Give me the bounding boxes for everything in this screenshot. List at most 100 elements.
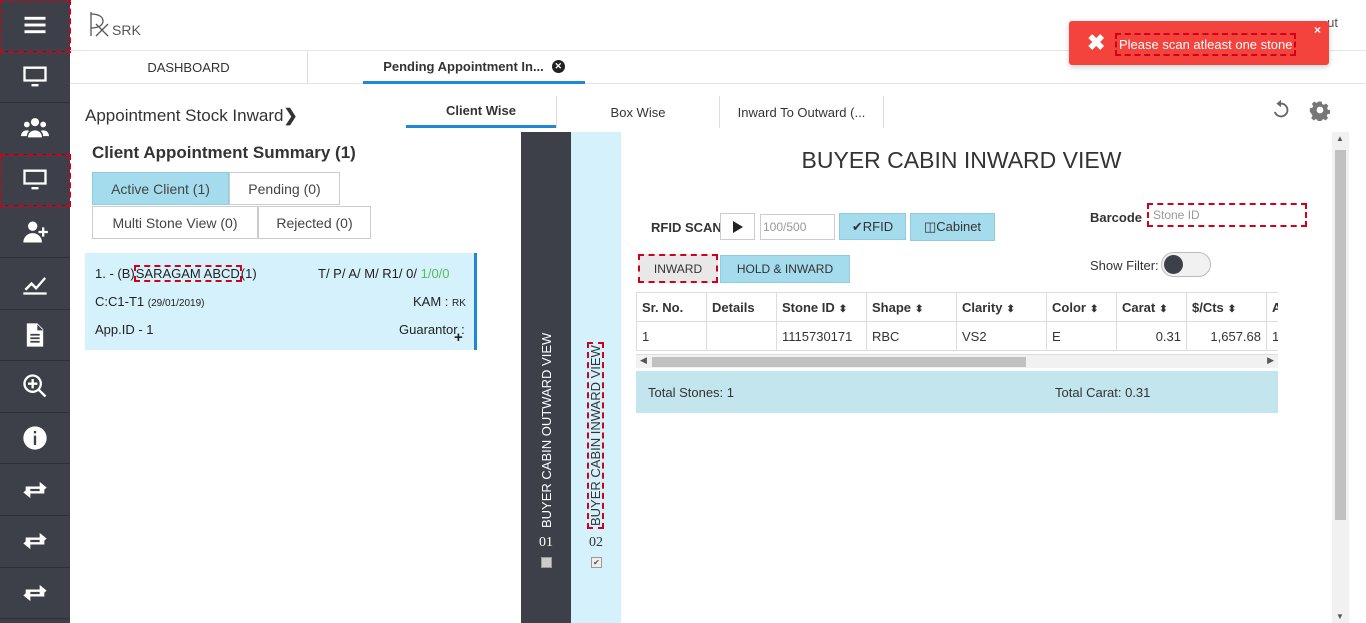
scroll-up-icon[interactable]: ▲: [1336, 134, 1344, 143]
vtab-inward-view[interactable]: BUYER CABIN INWARD VIEW 02 ✔: [571, 132, 621, 623]
sort-icon[interactable]: ⬍: [915, 304, 923, 315]
vtab-outward-view[interactable]: BUYER CABIN OUTWARD VIEW 01: [521, 132, 571, 623]
sidebar-item-search[interactable]: [0, 361, 70, 413]
gear-icon[interactable]: [1309, 99, 1331, 121]
client-date: (29/01/2019): [147, 298, 205, 309]
monitor-icon: [23, 169, 47, 190]
inward-button[interactable]: INWARD: [638, 254, 718, 283]
add-user-icon: [23, 221, 48, 243]
sort-icon[interactable]: ⬍: [839, 304, 847, 315]
rfid-button[interactable]: ✔RFID: [839, 213, 906, 240]
column-header[interactable]: $/Cts ⬍: [1186, 292, 1267, 322]
sidebar-item-transfer-1[interactable]: [0, 464, 70, 516]
total-stones: Total Stones: 1: [648, 385, 734, 400]
show-filter-toggle[interactable]: [1161, 252, 1211, 277]
scroll-right-icon[interactable]: ▶: [1267, 355, 1274, 366]
vtab-inward-checkbox[interactable]: ✔: [591, 557, 602, 568]
column-header-label: Details: [712, 299, 755, 315]
client-code-line: C:C1-T1 (29/01/2019): [95, 294, 204, 309]
hold-and-inward-button[interactable]: HOLD & INWARD: [720, 255, 850, 283]
sidebar-item-monitor[interactable]: [0, 52, 70, 104]
client-code: C:C1-T1: [95, 294, 145, 309]
horizontal-scrollbar[interactable]: ◀ ▶: [636, 354, 1278, 368]
client-name[interactable]: SARAGAM ABCD: [133, 265, 242, 282]
column-header-label: $/Cts: [1192, 299, 1224, 315]
transfer-icon: [23, 481, 47, 498]
column-header[interactable]: Carat ⬍: [1116, 292, 1187, 322]
column-header-label: Shape: [872, 299, 912, 315]
client-card[interactable]: 1. - (B)SARAGAM ABCD(1) T/ P/ A/ M/ R1/ …: [85, 253, 477, 350]
tab-inward-to-outward[interactable]: Inward To Outward (...: [720, 96, 884, 128]
cabinet-button[interactable]: ◫Cabinet: [910, 213, 995, 241]
column-header-label: Stone ID: [782, 299, 835, 315]
sort-icon[interactable]: ⬍: [1159, 304, 1167, 315]
table-cell: 1: [636, 321, 707, 351]
scroll-left-icon[interactable]: ◀: [640, 355, 647, 366]
active-client-button[interactable]: Active Client (1): [92, 172, 229, 205]
column-header[interactable]: Stone ID ⬍: [776, 292, 867, 322]
column-header-label: Clarity: [962, 299, 1003, 315]
multi-stone-view-button[interactable]: Multi Stone View (0): [92, 206, 258, 239]
stats-green-1: 1/: [420, 266, 432, 281]
sidebar-item-transfer-3[interactable]: [0, 568, 70, 620]
sort-icon[interactable]: ⬍: [1090, 304, 1098, 315]
barcode-label: Barcode: [1090, 210, 1143, 225]
error-toast: ✖ Please scan atleast one stone ×: [1069, 21, 1329, 65]
table-cell: E: [1046, 321, 1117, 351]
vertical-scrollbar[interactable]: ▲ ▼: [1332, 132, 1349, 623]
table-cell: 1115730171: [776, 321, 867, 351]
column-header: Sr. No.: [636, 292, 707, 322]
logo: SRK: [88, 10, 141, 38]
table-cell: 1,657.68: [1186, 321, 1267, 351]
logo-text: SRK: [112, 22, 141, 38]
rejected-button[interactable]: Rejected (0): [258, 206, 371, 239]
table-header-row: Sr. No. Details Stone ID ⬍ Shape ⬍ Clarity ⬍ Col…: [636, 292, 1278, 322]
table-cell: 1: [1266, 321, 1278, 351]
tab-client-wise[interactable]: Client Wise: [406, 96, 556, 128]
rfid-count-input[interactable]: 100/500: [760, 214, 835, 240]
toast-close-icon[interactable]: ×: [1314, 23, 1321, 37]
client-name-line: 1. - (B)SARAGAM ABCD(1): [95, 265, 257, 282]
refresh-icon[interactable]: [1270, 99, 1292, 121]
sidebar-item-buyer-cabin[interactable]: [0, 153, 71, 208]
stone-id-input[interactable]: Stone ID: [1147, 203, 1307, 227]
sort-icon[interactable]: ⬍: [1006, 304, 1014, 315]
app-id: App.ID - 1: [95, 322, 154, 337]
vtab-inward-number: 02: [589, 535, 603, 550]
menu-icon: [24, 17, 46, 34]
inward-view-title: BUYER CABIN INWARD VIEW: [801, 147, 1122, 173]
scrollbar-thumb[interactable]: [652, 357, 1026, 367]
table-row[interactable]: 1 1115730171 RBC VS2 E 0.31 1,657.68 1: [636, 321, 1278, 351]
scroll-down-icon[interactable]: ▼: [1336, 612, 1344, 621]
toast-message: Please scan atleast one stone: [1115, 33, 1297, 56]
transfer-icon: [23, 533, 47, 550]
sidebar-item-reports[interactable]: [0, 258, 70, 310]
kam-value: RK: [452, 298, 466, 309]
column-header[interactable]: Shape ⬍: [866, 292, 957, 322]
tab-dashboard[interactable]: DASHBOARD: [70, 51, 308, 84]
close-tab-icon[interactable]: ✕: [551, 59, 565, 73]
rfid-play-button[interactable]: [720, 213, 755, 240]
vtab-outward-label: BUYER CABIN OUTWARD VIEW: [539, 332, 554, 528]
sidebar-item-transfer-2[interactable]: [0, 516, 70, 568]
sidebar-item-users[interactable]: [0, 103, 70, 155]
tab-pending-appointment[interactable]: Pending Appointment In... ✕: [363, 51, 585, 84]
menu-toggle-button[interactable]: [0, 0, 71, 53]
column-header[interactable]: Clarity ⬍: [956, 292, 1047, 322]
play-icon: [732, 220, 743, 233]
sort-icon[interactable]: ⬍: [1228, 304, 1236, 315]
client-stats: T/ P/ A/ M/ R1/ 0/ 1/0/0: [318, 266, 450, 281]
pending-button[interactable]: Pending (0): [229, 172, 340, 205]
tab-box-wise[interactable]: Box Wise: [556, 96, 720, 128]
vtab-outward-checkbox[interactable]: [541, 557, 552, 568]
info-icon: [23, 426, 47, 450]
vertical-scrollbar-thumb[interactable]: [1335, 150, 1346, 520]
column-header: Details: [706, 292, 777, 322]
stats-green-2: 0/: [431, 266, 443, 281]
sidebar-item-info[interactable]: [0, 413, 70, 465]
add-icon[interactable]: +: [454, 329, 463, 346]
column-header[interactable]: Color ⬍: [1046, 292, 1117, 322]
column-header: Ap: [1266, 292, 1278, 322]
sidebar-item-documents[interactable]: [0, 310, 70, 362]
sidebar-item-add-user[interactable]: [0, 206, 70, 258]
